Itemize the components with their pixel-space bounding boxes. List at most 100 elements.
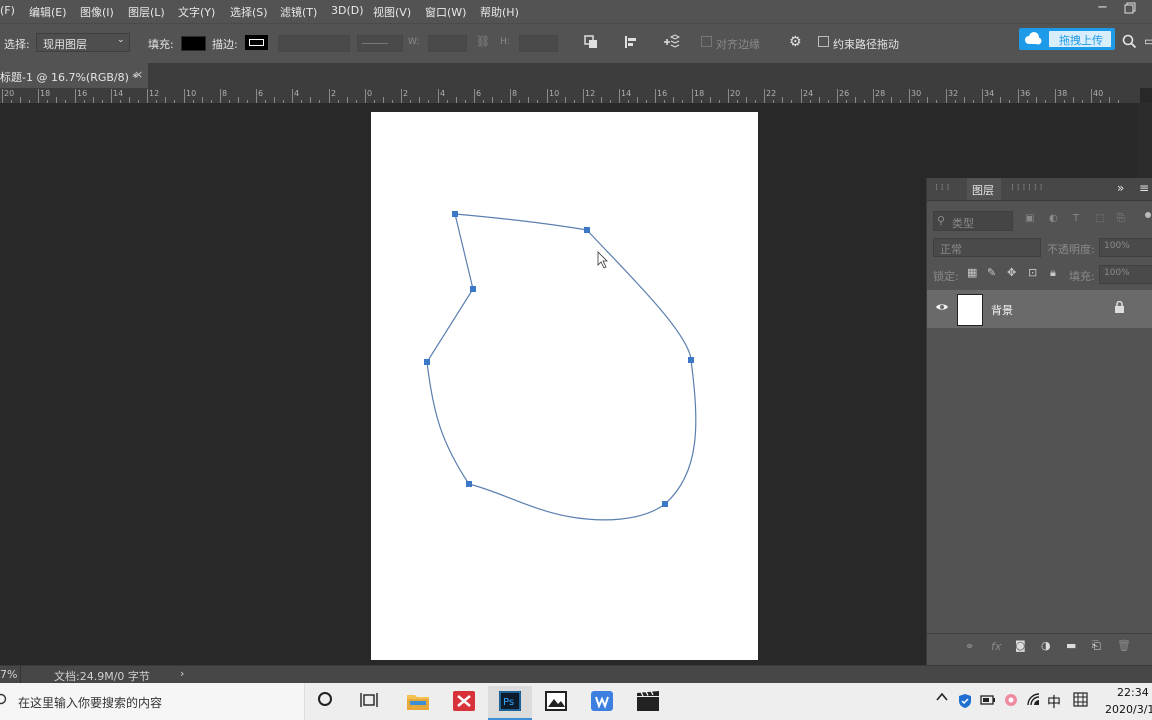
ruler-tick <box>1091 89 1092 103</box>
fill-field[interactable]: 100% <box>1099 265 1152 284</box>
ime-indicator[interactable]: 中 <box>1047 692 1061 712</box>
trash-icon[interactable]: 🗑︎ <box>1117 639 1131 652</box>
minimize-icon[interactable]: − <box>1097 0 1108 15</box>
menu-file[interactable]: (F) <box>0 4 15 17</box>
ruler-tick <box>301 100 302 103</box>
blend-mode-value: 正常 <box>940 243 962 256</box>
search-icon[interactable] <box>1122 34 1137 49</box>
ruler-tick <box>410 100 411 103</box>
height-field[interactable] <box>519 35 558 52</box>
document-tab[interactable]: 标题-1 @ 16.7%(RGB/8) * × <box>0 63 148 88</box>
shape-filter-icon[interactable]: ⬚ <box>1095 213 1104 224</box>
menu-image[interactable]: 图像(I) <box>80 4 114 20</box>
menu-window[interactable]: 窗口(W) <box>425 4 466 20</box>
taskbar-search[interactable]: 在这里输入你要搜索的内容 <box>0 683 305 720</box>
file-explorer-app[interactable] <box>396 686 440 720</box>
photos-app[interactable] <box>534 686 578 720</box>
collapsed-panel-icons[interactable]: ⁞ ⁞ ⁞ <box>935 183 949 193</box>
ruler-tick <box>220 89 221 103</box>
document-canvas[interactable] <box>371 112 758 660</box>
ruler-label: 14 <box>113 89 124 98</box>
opacity-field[interactable]: 100% <box>1099 238 1152 257</box>
constrain-path-checkbox[interactable] <box>818 36 829 49</box>
width-field[interactable] <box>428 35 467 52</box>
lock-transparent-icon[interactable]: ▦ <box>967 266 977 279</box>
other-panel-tabs[interactable]: ⁞ ⁞ ⁞ ⁞ ⁞ ⁞ <box>1011 183 1042 193</box>
menu-help[interactable]: 帮助(H) <box>480 4 519 20</box>
task-view-icon[interactable] <box>360 692 380 708</box>
chevron-right-icon[interactable]: › <box>180 667 184 680</box>
video-editor-app[interactable] <box>626 686 670 720</box>
menu-view[interactable]: 视图(V) <box>373 4 411 20</box>
battery-icon[interactable] <box>980 694 996 706</box>
app-tray-icon[interactable] <box>1003 692 1019 708</box>
wps-app[interactable] <box>580 686 624 720</box>
ruler-tick <box>374 100 375 103</box>
smart-filter-icon[interactable]: ⎘ <box>1117 213 1125 224</box>
folder-icon[interactable]: ▬ <box>1066 639 1076 652</box>
ruler-tick <box>447 100 448 103</box>
shield-icon[interactable] <box>958 693 972 709</box>
ruler-tick <box>1073 97 1074 103</box>
vertical-scrollbar[interactable] <box>1138 103 1152 178</box>
keyboard-grid-icon[interactable] <box>1073 692 1088 707</box>
adjustment-filter-icon[interactable]: ◐ <box>1049 213 1058 224</box>
menu-layer[interactable]: 图层(L) <box>128 4 165 20</box>
link-layers-icon[interactable]: ⚭ <box>965 640 974 653</box>
lock-position-icon[interactable]: ✥ <box>1007 266 1016 279</box>
ruler-tick <box>428 100 429 103</box>
photoshop-app[interactable]: Ps <box>488 686 532 720</box>
menu-type[interactable]: 文字(Y) <box>178 4 215 20</box>
link-icon[interactable]: ⛓ <box>476 35 490 48</box>
panel-menu-icon[interactable]: ≡ <box>1139 181 1149 195</box>
options-bar: 选择: 现用图层 ⌄ 填充: 描边: W: ⛓ H: 对齐边缘 ⚙ 约束路径拖动… <box>0 23 1152 65</box>
close-icon[interactable]: × <box>134 68 143 81</box>
select-dropdown[interactable]: 现用图层 ⌄ <box>36 33 130 52</box>
gear-icon[interactable]: ⚙ <box>789 34 802 50</box>
zoom-level[interactable]: 7% <box>0 668 17 681</box>
layers-tab[interactable]: 图层 <box>972 182 994 198</box>
wifi-icon[interactable] <box>1027 693 1041 707</box>
ruler-tick <box>1118 100 1119 103</box>
ruler-label: 16 <box>657 89 668 98</box>
fx-icon[interactable]: fx <box>991 640 1001 653</box>
ruler-tick <box>574 100 575 103</box>
align-edges-checkbox[interactable] <box>701 36 712 49</box>
path-alignment-icon[interactable] <box>624 35 638 49</box>
fill-swatch[interactable] <box>181 36 206 51</box>
new-layer-icon[interactable]: ⎗ <box>1092 639 1101 653</box>
filter-toggle[interactable] <box>1145 212 1151 218</box>
pixel-filter-icon[interactable]: ▣ <box>1025 213 1034 224</box>
add-mask-icon[interactable]: ◙ <box>1015 639 1026 652</box>
ruler-tick <box>547 89 548 103</box>
restore-icon[interactable] <box>1124 2 1136 14</box>
cortana-icon[interactable] <box>317 691 333 707</box>
clock-time[interactable]: 22:34 <box>1117 686 1149 699</box>
panel-collapse-icon[interactable]: » <box>1117 181 1124 195</box>
ruler-label: 18 <box>40 89 51 98</box>
stroke-type-dropdown[interactable] <box>357 35 403 52</box>
clock-date[interactable]: 2020/3/1 <box>1105 703 1152 716</box>
adjustment-layer-icon[interactable]: ◑ <box>1041 639 1051 652</box>
lock-all-icon[interactable]: 🔒︎ <box>1050 266 1056 280</box>
workspace-icon[interactable]: ▭ <box>1144 34 1152 48</box>
xmind-app[interactable] <box>442 686 486 720</box>
menu-select[interactable]: 选择(S) <box>230 4 268 20</box>
layer-row-background[interactable]: 背景 <box>927 290 1152 328</box>
eye-icon[interactable] <box>935 302 949 312</box>
layer-search-field[interactable]: ⚲ 类型 <box>933 211 1013 231</box>
lock-image-icon[interactable]: ✎ <box>987 266 996 279</box>
path-arrangement-icon[interactable] <box>662 34 680 50</box>
chevron-up-icon[interactable] <box>936 692 948 702</box>
menu-filter[interactable]: 滤镜(T) <box>280 4 317 20</box>
blend-mode-dropdown[interactable]: 正常 <box>933 238 1041 257</box>
stroke-width-field[interactable] <box>278 35 350 52</box>
path-operations-icon[interactable] <box>584 35 598 49</box>
lock-artboard-icon[interactable]: ⊡ <box>1028 266 1037 279</box>
stroke-swatch[interactable] <box>245 35 268 50</box>
menu-3d[interactable]: 3D(D) <box>331 4 364 17</box>
stroke-label: 描边: <box>212 38 238 51</box>
upload-button[interactable]: 拖拽上传 <box>1019 28 1115 50</box>
menu-edit[interactable]: 编辑(E) <box>29 4 67 20</box>
type-filter-icon[interactable]: T <box>1073 213 1079 224</box>
